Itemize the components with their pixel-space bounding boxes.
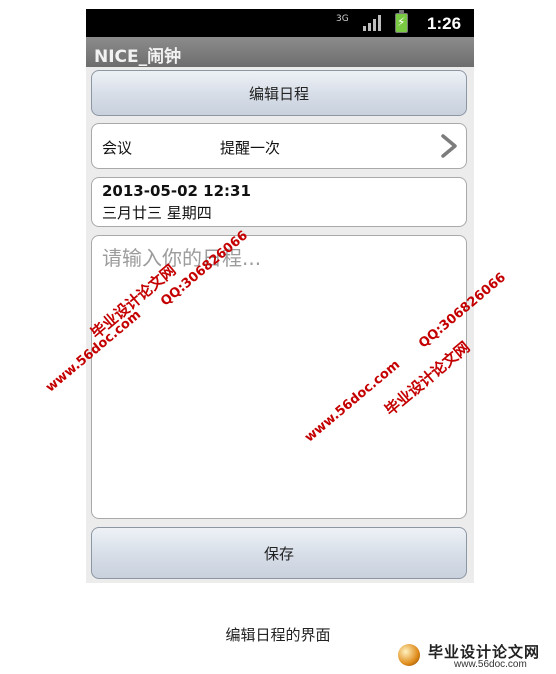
site-logo: 毕业设计论文网 www.56doc.com bbox=[394, 640, 554, 672]
datetime-picker-row[interactable]: 2013-05-02 12:31 三月廿三 星期四 bbox=[91, 177, 467, 227]
logo-globe-icon bbox=[398, 644, 420, 666]
date-time-value: 2013-05-02 12:31 bbox=[102, 182, 251, 200]
save-button[interactable]: 保存 bbox=[91, 527, 467, 579]
chevron-right-icon bbox=[441, 134, 457, 158]
lunar-date-value: 三月廿三 星期四 bbox=[102, 204, 212, 222]
app-title: NICE_闹钟 bbox=[94, 47, 182, 67]
status-time: 1:26 bbox=[427, 14, 462, 33]
edit-schedule-label: 编辑日程 bbox=[248, 84, 309, 103]
network-3g-icon: 3G bbox=[336, 14, 349, 24]
battery-icon: ⚡ bbox=[395, 10, 408, 33]
logo-url: www.56doc.com bbox=[454, 659, 527, 670]
reminder-mode-value: 提醒一次 bbox=[220, 139, 281, 157]
edit-schedule-header-button[interactable]: 编辑日程 bbox=[91, 70, 467, 116]
save-button-label: 保存 bbox=[263, 544, 294, 563]
schedule-content-input[interactable] bbox=[91, 235, 467, 519]
event-type-row[interactable]: 会议 提醒一次 bbox=[91, 123, 467, 169]
signal-strength-icon bbox=[363, 15, 383, 31]
app-title-bar: NICE_闹钟 bbox=[86, 37, 474, 67]
phone-screen: 3G ⚡ 1:26 NICE_闹钟 编辑日程 会议 提醒一次 2013-05-0… bbox=[86, 9, 474, 583]
status-bar: 3G ⚡ 1:26 bbox=[86, 9, 474, 37]
charging-bolt-icon: ⚡ bbox=[397, 15, 406, 29]
event-type-label: 会议 bbox=[102, 139, 133, 157]
